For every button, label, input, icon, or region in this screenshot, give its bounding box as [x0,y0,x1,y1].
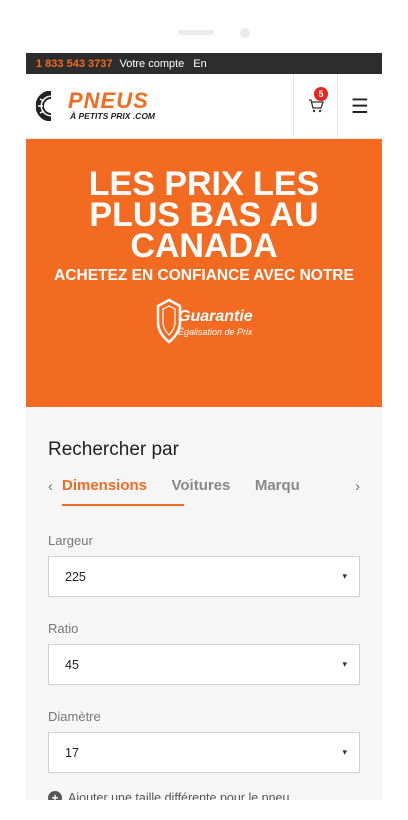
phone-screen: 1 833 543 3737 Votre compte En PNEUS À P… [26,53,382,800]
menu-button[interactable]: ☰ [337,74,382,138]
search-tabs: ‹ Dimensions Voitures Marqu › [48,471,360,506]
ratio-label: Ratio [48,621,79,636]
hamburger-menu-icon: ☰ [351,95,369,118]
add-size-label: Ajouter une taille différente pour le pn… [68,791,290,800]
ratio-value: 45 [65,657,79,672]
tabs-next-arrow-icon[interactable]: › [353,477,360,495]
tab-marques[interactable]: Marqu [255,477,300,494]
logo-subtitle: À PETITS PRIX .COM [70,111,156,121]
tabs-prev-arrow-icon[interactable]: ‹ [48,478,62,495]
cart-icon [309,99,324,113]
search-title: Rechercher par [48,439,179,460]
language-toggle[interactable]: En [193,58,206,70]
width-label: Largeur [48,533,93,548]
diameter-select[interactable]: 17 ▾ [48,732,360,773]
indicator-dot [240,28,250,38]
page-indicator [0,28,408,38]
top-bar: 1 833 543 3737 Votre compte En [26,53,382,74]
badge-title: Guarantie [178,308,253,325]
plus-circle-icon: + [48,791,62,800]
price-guarantee-badge: Guarantie Égalisation de Prix [144,298,264,354]
diameter-label: Diamètre [48,709,101,724]
hero-title: LES PRIX LES PLUS BAS AU CANADA [88,165,320,265]
logo-title: PNEUS [68,88,149,113]
tab-dimensions[interactable]: Dimensions [62,477,147,494]
site-logo[interactable]: PNEUS À PETITS PRIX .COM [36,86,155,126]
tab-voitures[interactable]: Voitures [171,477,230,494]
account-link[interactable]: Votre compte [119,58,184,70]
diameter-value: 17 [65,745,79,760]
tire-logo-icon [36,91,52,121]
chevron-down-icon: ▾ [342,571,347,581]
site-header: PNEUS À PETITS PRIX .COM 5 ☰ [26,74,382,139]
cart-count-badge: 5 [314,87,328,101]
hero-subtitle: ACHETEZ EN CONFIANCE AVEC NOTRE [54,267,354,284]
width-select[interactable]: 225 ▾ [48,556,360,597]
indicator-pill [178,30,214,35]
phone-number-link[interactable]: 1 833 543 3737 [36,58,112,70]
chevron-down-icon: ▾ [342,659,347,669]
chevron-down-icon: ▾ [342,747,347,757]
active-tab-underline [62,504,184,506]
add-size-link[interactable]: + Ajouter une taille différente pour le … [48,791,360,800]
badge-subtitle: Égalisation de Prix [178,327,253,337]
ratio-select[interactable]: 45 ▾ [48,644,360,685]
search-panel: Rechercher par ‹ Dimensions Voitures Mar… [26,407,382,800]
hero-banner: LES PRIX LES PLUS BAS AU CANADA ACHETEZ … [26,139,382,407]
cart-button[interactable]: 5 [293,74,338,138]
width-value: 225 [65,569,86,584]
